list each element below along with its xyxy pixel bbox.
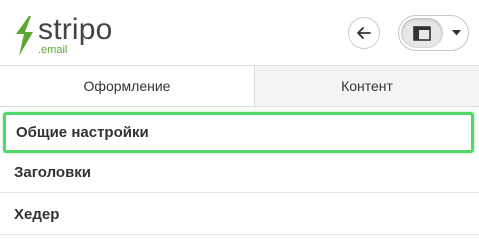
panel-layout-icon [413, 25, 431, 41]
view-mode-switcher [398, 15, 469, 51]
arrow-left-icon [357, 27, 371, 39]
section-headings[interactable]: Заголовки [0, 152, 479, 193]
view-mode-button[interactable] [401, 18, 443, 48]
caret-down-icon [451, 30, 461, 36]
section-general-settings[interactable]: Общие настройки [3, 112, 474, 153]
stripo-logo: stripo .email [12, 10, 132, 58]
editor-header: stripo .email [0, 0, 479, 66]
tab-content[interactable]: Контент [255, 66, 479, 106]
tab-design[interactable]: Оформление [0, 66, 255, 106]
settings-tabs: Оформление Контент [0, 66, 479, 107]
back-button[interactable] [348, 17, 380, 49]
logo-wordmark: stripo [38, 13, 113, 46]
view-mode-dropdown[interactable] [445, 18, 467, 48]
logo-subtext: .email [38, 44, 68, 56]
section-header[interactable]: Хедер [0, 194, 479, 235]
lightning-s-icon [16, 16, 33, 56]
